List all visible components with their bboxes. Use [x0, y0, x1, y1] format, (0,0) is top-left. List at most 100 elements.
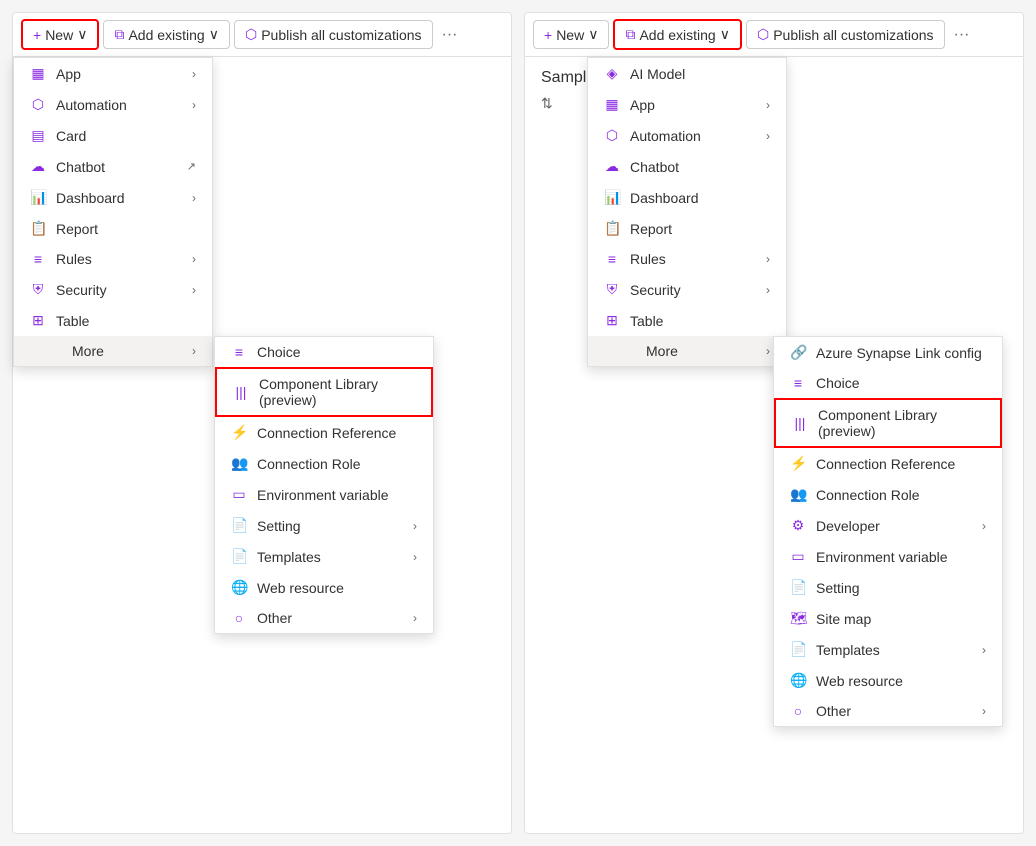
submenu-other-right[interactable]: ○ Other ›: [774, 696, 1002, 726]
connection-role-label-right: Connection Role: [816, 487, 920, 503]
setting-label-right: Setting: [816, 580, 860, 596]
choice-label-left: Choice: [257, 344, 301, 360]
menu-item-security-right[interactable]: ⛨ Security ›: [588, 274, 786, 305]
connection-ref-label-right: Connection Reference: [816, 456, 955, 472]
plus-icon-left: +: [33, 27, 41, 43]
chatbot-icon-left: ☁: [30, 158, 46, 175]
chevron-down-icon-add-right: ∨: [720, 26, 730, 43]
chevron-setting-left: ›: [413, 519, 417, 533]
env-var-label-right: Environment variable: [816, 549, 948, 565]
chevron-rules-left: ›: [192, 252, 196, 266]
submenu-env-var-left[interactable]: ▭ Environment variable: [215, 479, 433, 510]
submenu-connection-ref-right[interactable]: ⚡ Connection Reference: [774, 448, 1002, 479]
add-existing-button-right[interactable]: ⧉ Add existing ∨: [613, 19, 742, 50]
templates-icon-left: 📄: [231, 548, 247, 565]
menu-item-card-left[interactable]: ▤ Card: [14, 120, 212, 151]
setting-icon-right: 📄: [790, 579, 806, 596]
connection-role-icon-left: 👥: [231, 455, 247, 472]
submenu-env-var-right[interactable]: ▭ Environment variable: [774, 541, 1002, 572]
report-icon-right: 📋: [604, 220, 620, 237]
templates-label-right: Templates: [816, 642, 880, 658]
new-button-left[interactable]: + New ∨: [21, 19, 99, 50]
report-icon-left: 📋: [30, 220, 46, 237]
automation-icon-left: ⬡: [30, 96, 46, 113]
submenu-setting-right[interactable]: 📄 Setting: [774, 572, 1002, 603]
menu-item-automation-right[interactable]: ⬡ Automation ›: [588, 120, 786, 151]
chevron-security-left: ›: [192, 283, 196, 297]
add-existing-icon-right: ⧉: [625, 26, 635, 43]
menu-item-app-left[interactable]: ▦ App ›: [14, 58, 212, 89]
developer-icon-right: ⚙: [790, 517, 806, 534]
menu-item-table-right[interactable]: ⊞ Table: [588, 305, 786, 336]
more-options-right[interactable]: ···: [949, 21, 975, 49]
menu-item-rules-right[interactable]: ≡ Rules ›: [588, 244, 786, 274]
chevron-rules-right: ›: [766, 252, 770, 266]
publish-button-left[interactable]: ⬡ Publish all customizations: [234, 20, 433, 49]
env-var-icon-right: ▭: [790, 548, 806, 565]
app-label-left: App: [56, 66, 81, 82]
rules-label-right: Rules: [630, 251, 666, 267]
submenu-setting-left[interactable]: 📄 Setting ›: [215, 510, 433, 541]
submenu-site-map-right[interactable]: 🗺 Site map: [774, 603, 1002, 634]
choice-icon-left: ≡: [231, 344, 247, 360]
table-label-left: Table: [56, 313, 89, 329]
submenu-templates-left[interactable]: 📄 Templates ›: [215, 541, 433, 572]
submenu-azure-right[interactable]: 🔗 Azure Synapse Link config: [774, 337, 1002, 368]
new-button-right[interactable]: + New ∨: [533, 20, 609, 49]
menu-item-dashboard-right[interactable]: 📊 Dashboard: [588, 182, 786, 213]
submenu-component-lib-left[interactable]: ||| Component Library (preview): [215, 367, 433, 417]
other-icon-right: ○: [790, 703, 806, 719]
right-panel: + New ∨ ⧉ Add existing ∨ ⬡ Publish all c…: [524, 12, 1024, 834]
submenu-connection-ref-left[interactable]: ⚡ Connection Reference: [215, 417, 433, 448]
submenu-templates-right[interactable]: 📄 Templates ›: [774, 634, 1002, 665]
submenu-connection-role-left[interactable]: 👥 Connection Role: [215, 448, 433, 479]
component-lib-label-right: Component Library (preview): [818, 407, 984, 439]
connection-role-label-left: Connection Role: [257, 456, 361, 472]
chatbot-label-right: Chatbot: [630, 159, 679, 175]
chevron-down-icon-new-right: ∨: [588, 26, 598, 43]
menu-item-report-right[interactable]: 📋 Report: [588, 213, 786, 244]
app-label-right: App: [630, 97, 655, 113]
menu-item-more-left[interactable]: More › ≡ Choice ||| Component Library (p…: [14, 336, 212, 366]
chevron-app-left: ›: [192, 67, 196, 81]
menu-item-chatbot-left[interactable]: ☁ Chatbot ↗: [14, 151, 212, 182]
right-toolbar: + New ∨ ⧉ Add existing ∨ ⬡ Publish all c…: [525, 13, 1023, 57]
submenu-choice-left[interactable]: ≡ Choice: [215, 337, 433, 367]
submenu-component-lib-right[interactable]: ||| Component Library (preview): [774, 398, 1002, 448]
env-var-label-left: Environment variable: [257, 487, 389, 503]
publish-label-left: Publish all customizations: [261, 27, 421, 43]
menu-item-chatbot-right[interactable]: ☁ Chatbot: [588, 151, 786, 182]
chevron-other-right: ›: [982, 704, 986, 718]
dashboard-icon-right: 📊: [604, 189, 620, 206]
other-icon-left: ○: [231, 610, 247, 626]
menu-item-rules-left[interactable]: ≡ Rules ›: [14, 244, 212, 274]
submenu-web-resource-right[interactable]: 🌐 Web resource: [774, 665, 1002, 696]
web-resource-icon-left: 🌐: [231, 579, 247, 596]
connection-role-icon-right: 👥: [790, 486, 806, 503]
table-icon-left: ⊞: [30, 312, 46, 329]
menu-item-ai-model-right[interactable]: ◈ AI Model: [588, 58, 786, 89]
submenu-connection-role-right[interactable]: 👥 Connection Role: [774, 479, 1002, 510]
component-lib-icon-left: |||: [233, 384, 249, 400]
menu-item-automation-left[interactable]: ⬡ Automation ›: [14, 89, 212, 120]
chevron-more-left: ›: [192, 344, 196, 358]
submenu-other-left[interactable]: ○ Other ›: [215, 603, 433, 633]
templates-icon-right: 📄: [790, 641, 806, 658]
submenu-developer-right[interactable]: ⚙ Developer ›: [774, 510, 1002, 541]
publish-button-right[interactable]: ⬡ Publish all customizations: [746, 20, 945, 49]
chevron-security-right: ›: [766, 283, 770, 297]
submenu-choice-right[interactable]: ≡ Choice: [774, 368, 1002, 398]
other-label-right: Other: [816, 703, 851, 719]
other-label-left: Other: [257, 610, 292, 626]
menu-item-app-right[interactable]: ▦ App ›: [588, 89, 786, 120]
menu-item-security-left[interactable]: ⛨ Security ›: [14, 274, 212, 305]
more-submenu-right: 🔗 Azure Synapse Link config ≡ Choice |||…: [773, 336, 1003, 727]
submenu-web-resource-left[interactable]: 🌐 Web resource: [215, 572, 433, 603]
menu-item-table-left[interactable]: ⊞ Table: [14, 305, 212, 336]
add-existing-button-left[interactable]: ⧉ Add existing ∨: [103, 20, 230, 49]
chatbot-label-left: Chatbot: [56, 159, 105, 175]
more-options-left[interactable]: ···: [437, 21, 463, 49]
menu-item-report-left[interactable]: 📋 Report: [14, 213, 212, 244]
menu-item-more-right[interactable]: More › 🔗 Azure Synapse Link config ≡ Cho…: [588, 336, 786, 366]
menu-item-dashboard-left[interactable]: 📊 Dashboard ›: [14, 182, 212, 213]
